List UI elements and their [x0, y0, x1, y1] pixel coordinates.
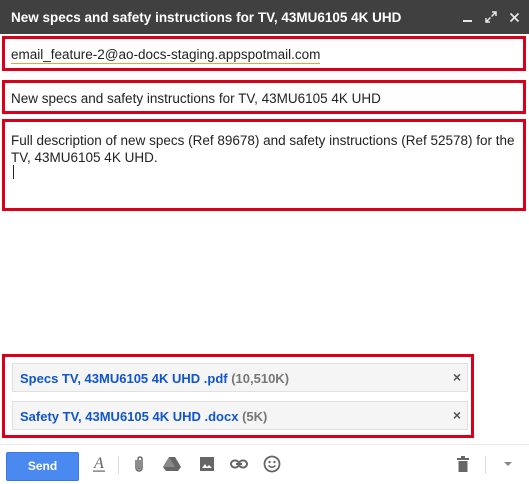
text-cursor [13, 165, 14, 179]
attachment-item[interactable]: Specs TV, 43MU6105 4K UHD .pdf (10,510K)… [12, 363, 468, 392]
trash-icon[interactable] [452, 453, 474, 475]
attachment-item[interactable]: Safety TV, 43MU6105 4K UHD .docx (5K) × [12, 401, 468, 430]
recipients-field[interactable]: email_feature-2@ao-docs-staging.appspotm… [2, 36, 526, 71]
popout-icon[interactable] [482, 0, 500, 34]
recipient-chip[interactable]: email_feature-2@ao-docs-staging.appspotm… [11, 47, 321, 64]
more-options-icon[interactable] [497, 453, 519, 475]
attachment-link[interactable]: Safety TV, 43MU6105 4K UHD .docx (5K) [20, 409, 267, 424]
minimize-icon[interactable] [458, 0, 476, 34]
attachment-link[interactable]: Specs TV, 43MU6105 4K UHD .pdf (10,510K) [20, 371, 289, 386]
remove-attachment-icon[interactable]: × [453, 407, 461, 423]
compose-toolbar: Send A [0, 444, 529, 484]
compose-title: New specs and safety instructions for TV… [11, 9, 402, 25]
subject-input[interactable]: New specs and safety instructions for TV… [11, 91, 381, 106]
toolbar-divider [118, 456, 119, 474]
attachments-area: Specs TV, 43MU6105 4K UHD .pdf (10,510K)… [2, 354, 474, 438]
attach-icon[interactable] [128, 453, 150, 475]
message-body[interactable]: Full description of new specs (Ref 89678… [2, 119, 526, 211]
link-icon[interactable] [228, 453, 250, 475]
photo-icon[interactable] [196, 453, 218, 475]
formatting-icon[interactable]: A [88, 453, 110, 475]
attachment-size: (5K) [242, 409, 268, 424]
compose-titlebar[interactable]: New specs and safety instructions for TV… [0, 0, 529, 34]
close-icon[interactable] [505, 0, 523, 34]
remove-attachment-icon[interactable]: × [453, 369, 461, 385]
send-button[interactable]: Send [6, 452, 79, 481]
toolbar-divider [485, 456, 486, 474]
message-body-text[interactable]: Full description of new specs (Ref 89678… [11, 132, 516, 166]
attachment-size: (10,510K) [231, 371, 290, 386]
subject-field[interactable]: New specs and safety instructions for TV… [2, 80, 526, 114]
emoji-icon[interactable] [261, 453, 283, 475]
drive-icon[interactable] [161, 453, 183, 475]
svg-text:A: A [93, 455, 104, 472]
